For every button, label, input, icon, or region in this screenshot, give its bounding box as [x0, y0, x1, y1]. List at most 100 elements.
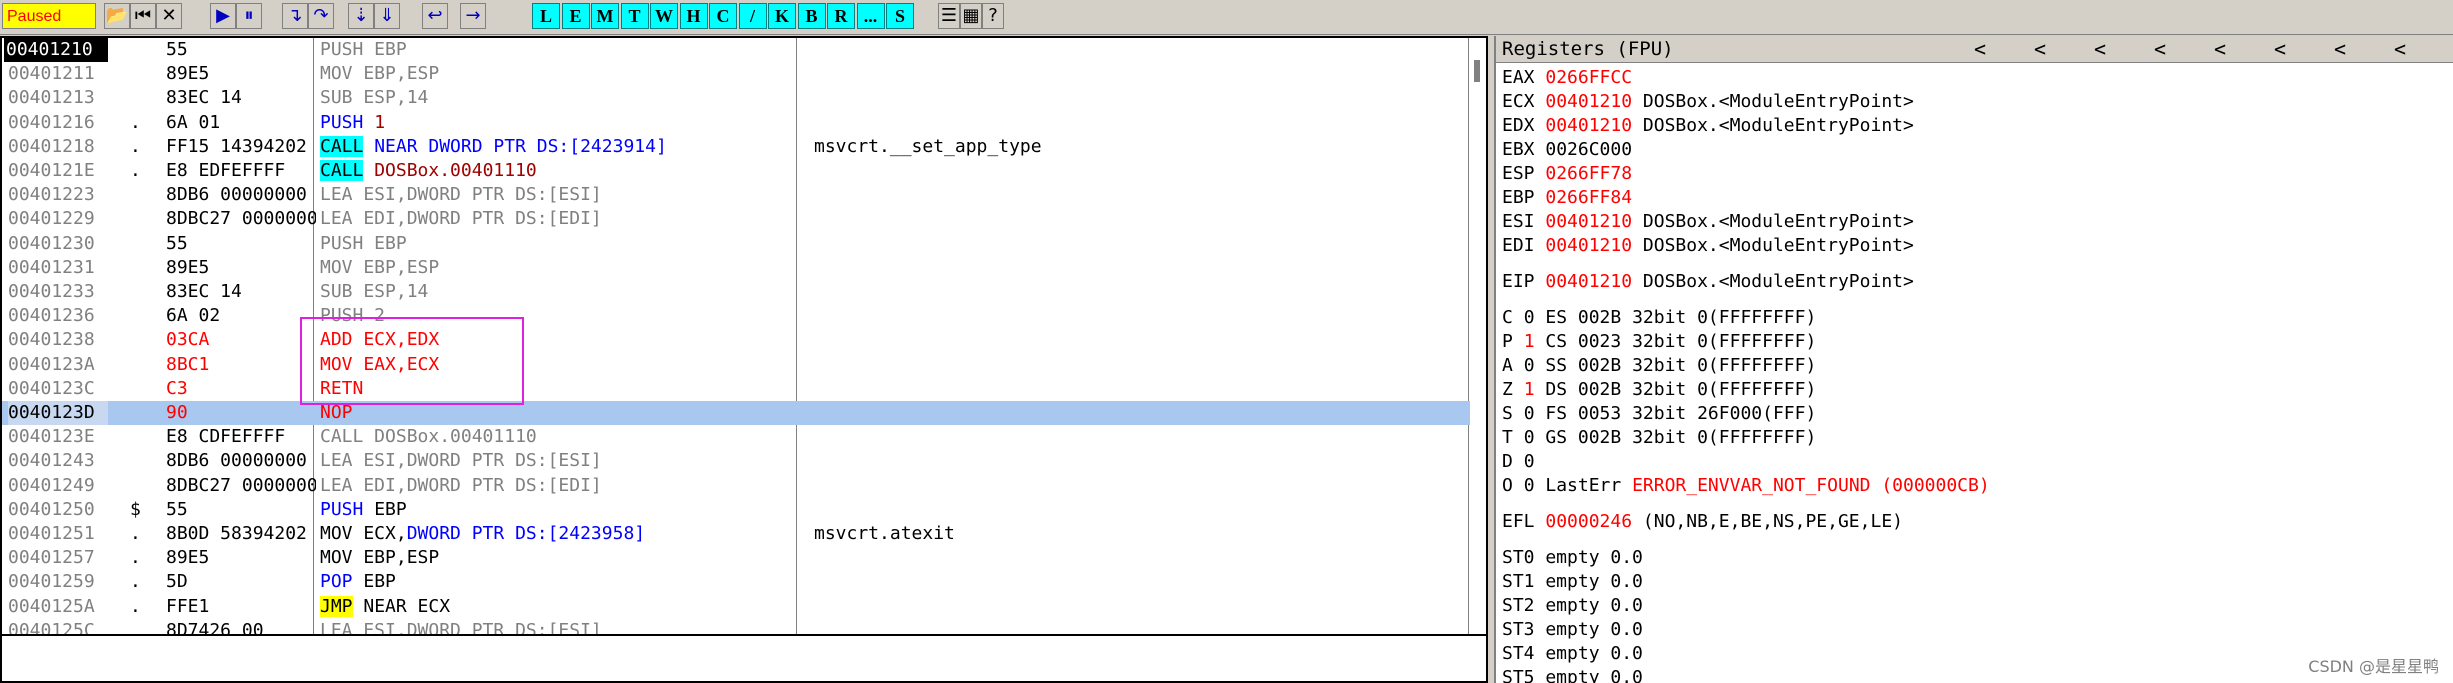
register-row[interactable]: EBP 0266FF84 — [1502, 186, 1632, 210]
register-row[interactable]: Z 1 DS 002B 32bit 0(FFFFFFFF) — [1502, 378, 1816, 402]
disasm-row[interactable]: 00401211 89E5 MOV EBP,ESP — [2, 62, 1470, 86]
register-row[interactable]: P 1 CS 0023 32bit 0(FFFFFFFF) — [1502, 330, 1816, 354]
pause-icon[interactable]: ⏸ — [236, 3, 262, 29]
register-row[interactable]: S 0 FS 0053 32bit 26F000(FFF) — [1502, 402, 1816, 426]
disasm-row[interactable]: 00401229 8DBC27 00000000 LEA EDI,DWORD PTR… — [2, 207, 1470, 231]
list-icon[interactable]: ☰ — [938, 3, 960, 29]
open-icon[interactable]: 📂 — [104, 3, 130, 29]
fpu-register[interactable]: ST2 empty 0.0 — [1502, 595, 1643, 616]
flag-value[interactable]: 0 — [1524, 427, 1535, 448]
scrollbar-thumb[interactable] — [1474, 60, 1480, 82]
register-row[interactable]: EBX 0026C000 — [1502, 138, 1632, 162]
register-row[interactable]: EAX 0266FFCC — [1502, 66, 1632, 90]
disasm-row[interactable]: 0040125A. FFE1 JMP NEAR ECX — [2, 595, 1470, 619]
disasm-row[interactable]: 00401223 8DB6 00000000 LEA ESI,DWORD PTR D… — [2, 183, 1470, 207]
collapse-arrow-icon[interactable]: < — [2394, 36, 2406, 62]
disasm-row[interactable]: 00401236 6A 02 PUSH 2 — [2, 304, 1470, 328]
disasm-row[interactable]: 0040123E E8 CDFEFFFF CALL DOSBox.00401110 — [2, 425, 1470, 449]
window-button-5[interactable]: W — [650, 3, 678, 29]
collapse-arrow-icon[interactable]: < — [2274, 36, 2286, 62]
step-into-icon[interactable]: ↴ — [282, 3, 308, 29]
collapse-arrow-icon[interactable]: < — [2154, 36, 2166, 62]
window-button-13[interactable]: S — [886, 3, 914, 29]
step-over-icon[interactable]: ↷ — [308, 3, 334, 29]
disasm-row[interactable]: 00401231 89E5 MOV EBP,ESP — [2, 256, 1470, 280]
window-button-10[interactable]: B — [797, 3, 826, 29]
disasm-row[interactable]: 0040123A 8BC1 MOV EAX,ECX — [2, 353, 1470, 377]
register-row[interactable]: ESI 00401210 DOSBox.<ModuleEntryPoint> — [1502, 210, 1914, 234]
register-row[interactable]: ECX 00401210 DOSBox.<ModuleEntryPoint> — [1502, 90, 1914, 114]
fpu-register[interactable]: ST1 empty 0.0 — [1502, 571, 1643, 592]
flag-value[interactable]: 0 — [1524, 307, 1535, 328]
register-row[interactable]: EDI 00401210 DOSBox.<ModuleEntryPoint> — [1502, 234, 1914, 258]
go-to-icon[interactable]: → — [460, 3, 486, 29]
register-value[interactable]: 00401210 — [1545, 115, 1632, 136]
disasm-row[interactable]: 00401233 83EC 14 SUB ESP,14 — [2, 280, 1470, 304]
register-value[interactable]: 00401210 — [1545, 271, 1632, 292]
fpu-register[interactable]: ST0 empty 0.0 — [1502, 547, 1643, 568]
register-value[interactable]: 0266FF78 — [1545, 163, 1632, 184]
restart-icon[interactable]: ⏮ — [130, 3, 156, 29]
disasm-row[interactable]: 00401213 83EC 14 SUB ESP,14 — [2, 86, 1470, 110]
fpu-register[interactable]: ST5 empty 0.0 — [1502, 667, 1643, 683]
register-value[interactable]: 00401210 — [1545, 91, 1632, 112]
flag-value[interactable]: 0 — [1524, 355, 1535, 376]
flag-value[interactable]: 0 — [1524, 451, 1535, 472]
window-button-11[interactable]: R — [827, 3, 855, 29]
register-row[interactable]: D 0 — [1502, 450, 1535, 474]
disasm-row[interactable]: 00401230 55 PUSH EBP — [2, 232, 1470, 256]
register-row[interactable]: ST0 empty 0.0 — [1502, 546, 1643, 570]
register-row[interactable]: ST1 empty 0.0 — [1502, 570, 1643, 594]
flag-value[interactable]: 0 — [1524, 475, 1535, 496]
registers-pane[interactable]: Registers (FPU) < < < < < < < < EAX 0266FFCC EC… — [1494, 36, 2453, 683]
disasm-row[interactable]: 00401216. 6A 01 PUSH 1 — [2, 111, 1470, 135]
window-button-12[interactable]: ... — [856, 3, 885, 29]
register-value[interactable]: 00401210 — [1545, 211, 1632, 232]
disasm-row[interactable]: 00401257. 89E5 MOV EBP,ESP — [2, 546, 1470, 570]
register-row[interactable]: ST4 empty 0.0 — [1502, 642, 1643, 666]
disasm-row[interactable]: 00401250 $55 PUSH EBP — [2, 498, 1470, 522]
register-value[interactable]: 0266FF84 — [1545, 187, 1632, 208]
register-row[interactable]: EFL 00000246 (NO,NB,E,BE,NS,PE,GE,LE) — [1502, 510, 1903, 534]
disasm-row[interactable]: 0040125C 8D7426 00 LEA ESI,DWORD PTR DS:[E… — [2, 619, 1470, 634]
register-row[interactable]: ST2 empty 0.0 — [1502, 594, 1643, 618]
window-button-8[interactable]: / — [738, 3, 767, 29]
register-value[interactable]: 0266FFCC — [1545, 67, 1632, 88]
run-icon[interactable]: ▶ — [210, 3, 236, 29]
disasm-row[interactable]: 00401251. 8B0D 58394202 MOV ECX,DWORD PTR … — [2, 522, 1470, 546]
disasm-row[interactable]: 00401259. 5D POP EBP — [2, 570, 1470, 594]
disasm-row[interactable]: 00401238 03CA ADD ECX,EDX — [2, 328, 1470, 352]
register-row[interactable]: EIP 00401210 DOSBox.<ModuleEntryPoint> — [1502, 270, 1914, 294]
trace-into-icon[interactable]: ⇣ — [348, 3, 374, 29]
fpu-register[interactable]: ST3 empty 0.0 — [1502, 619, 1643, 640]
collapse-arrow-icon[interactable]: < — [2214, 36, 2226, 62]
register-row[interactable]: EDX 00401210 DOSBox.<ModuleEntryPoint> — [1502, 114, 1914, 138]
register-value[interactable]: 00000246 — [1545, 511, 1632, 532]
window-button-6[interactable]: H — [679, 3, 708, 29]
disasm-row[interactable]: 00401249 8DBC27 00000000 LEA EDI,DWORD PTR… — [2, 474, 1470, 498]
window-button-4[interactable]: T — [620, 3, 649, 29]
register-row[interactable]: A 0 SS 002B 32bit 0(FFFFFFFF) — [1502, 354, 1816, 378]
help-icon[interactable]: ? — [982, 3, 1004, 29]
window-button-1[interactable]: L — [532, 3, 560, 29]
register-row[interactable]: ESP 0266FF78 — [1502, 162, 1632, 186]
collapse-arrow-icon[interactable]: < — [2094, 36, 2106, 62]
collapse-arrow-icon[interactable]: < — [2334, 36, 2346, 62]
collapse-arrow-icon[interactable]: < — [1974, 36, 1986, 62]
window-button-2[interactable]: E — [561, 3, 590, 29]
grid-icon[interactable]: ▦ — [960, 3, 982, 29]
register-row[interactable]: ST5 empty 0.0 — [1502, 666, 1643, 683]
disasm-row[interactable]: 0040123D 90 NOP — [2, 401, 1470, 425]
disasm-row[interactable]: 0040121E. E8 EDFEFFFF CALL DOSBox.00401110 — [2, 159, 1470, 183]
fpu-register[interactable]: ST4 empty 0.0 — [1502, 643, 1643, 664]
execute-till-return-icon[interactable]: ↩ — [422, 3, 448, 29]
close-icon[interactable]: ✕ — [156, 3, 182, 29]
disasm-row[interactable]: 00401243 8DB6 00000000 LEA ESI,DWORD PTR D… — [2, 449, 1470, 473]
flag-value[interactable]: 0 — [1524, 403, 1535, 424]
flag-value[interactable]: 1 — [1524, 331, 1535, 352]
register-row[interactable]: C 0 ES 002B 32bit 0(FFFFFFFF) — [1502, 306, 1816, 330]
register-value[interactable]: 0026C000 — [1545, 139, 1632, 160]
trace-over-icon[interactable]: ⇓ — [374, 3, 400, 29]
register-row[interactable]: T 0 GS 002B 32bit 0(FFFFFFFF) — [1502, 426, 1816, 450]
disasm-row[interactable]: 00401210 55 PUSH EBP — [2, 38, 1470, 62]
